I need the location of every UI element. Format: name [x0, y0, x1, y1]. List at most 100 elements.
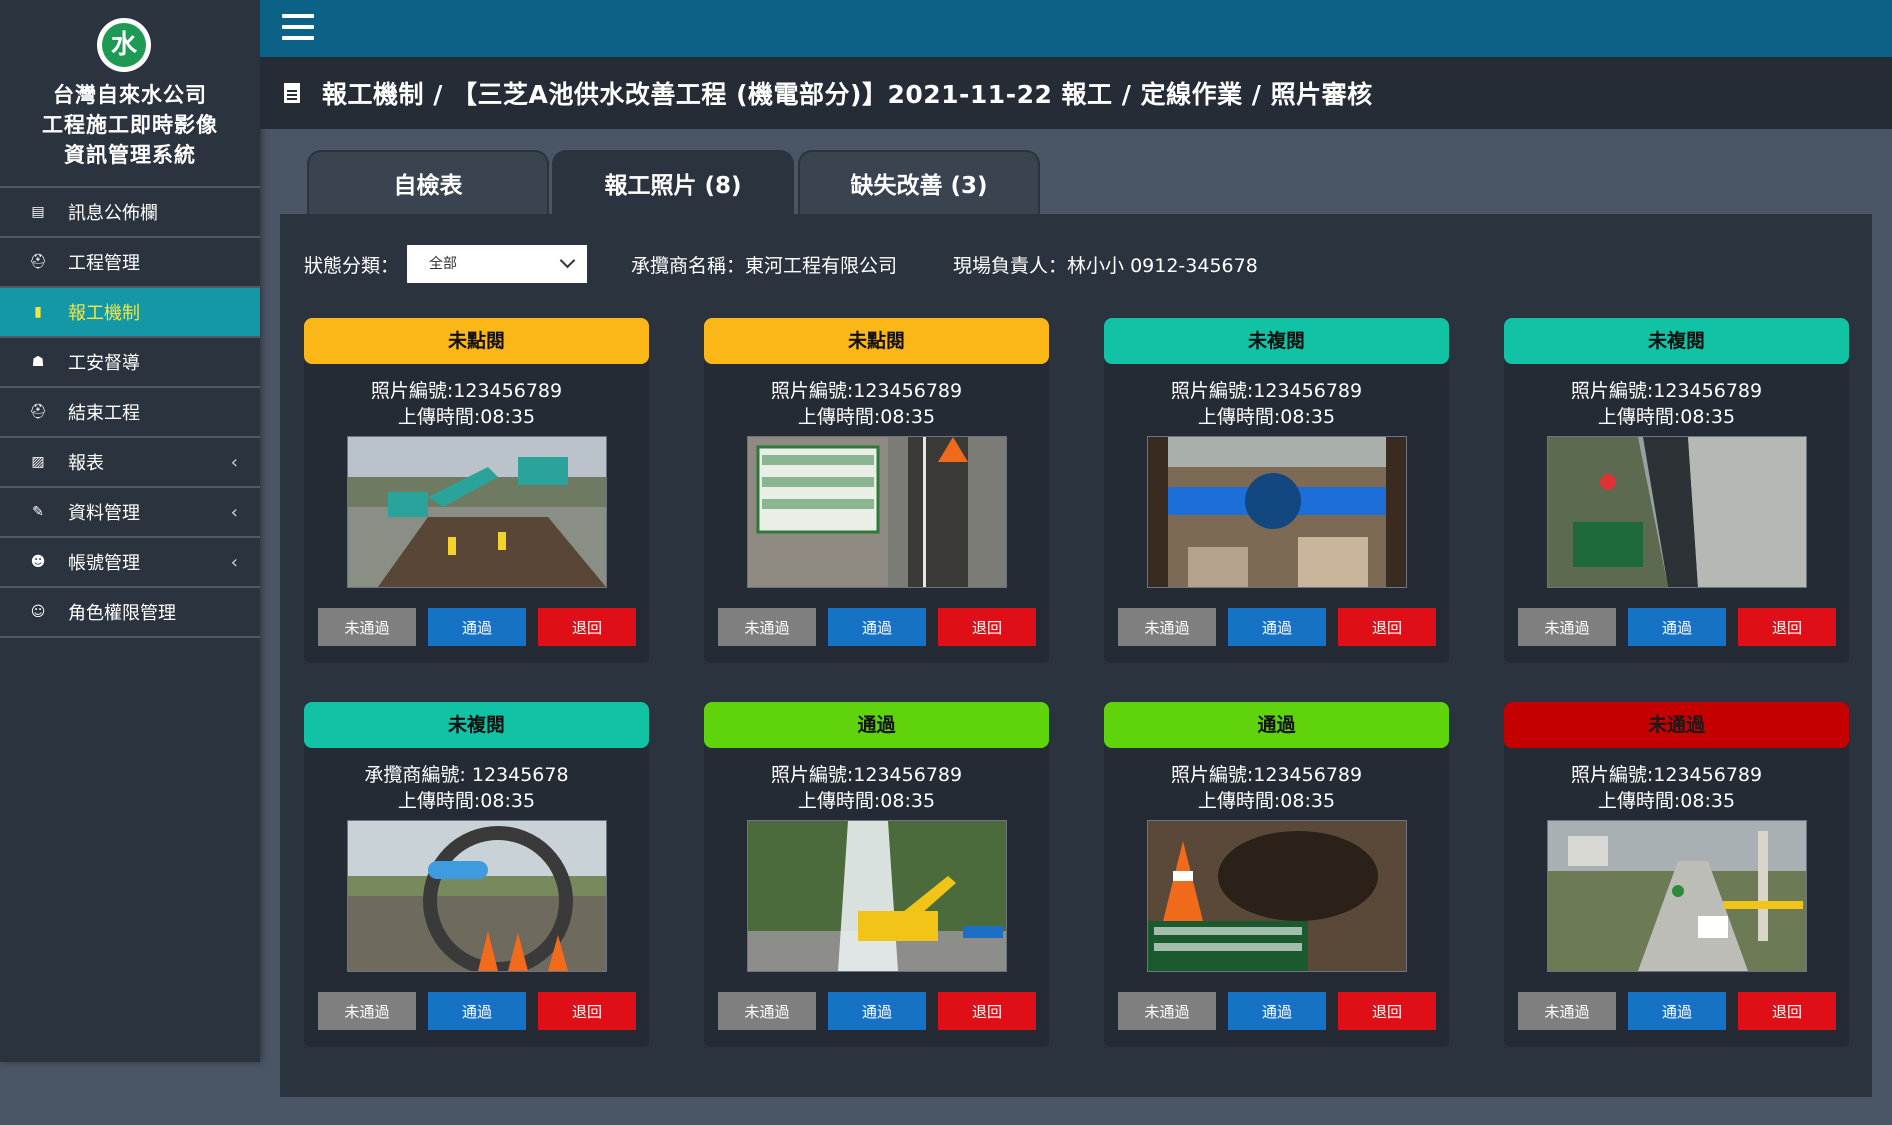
top-bar [260, 0, 1892, 57]
photo-card: 未複閱承攬商編號: 12345678 上傳時間:08:35 未通過 通過 退回 [304, 702, 649, 1047]
report-photo-road-trench[interactable] [1546, 436, 1807, 588]
upload-time: 上傳時間:08:35 [1197, 406, 1336, 428]
sidebar: 水 台灣自來水公司 工程施工即時影像 資訊管理系統 ▤ 訊息公佈欄 ⛑ 工程管理 ▮ 報工… [0, 0, 260, 1062]
review-actions: 未通過 通過 退回 [718, 608, 1036, 646]
pass-button[interactable]: 通過 [828, 992, 926, 1030]
review-actions: 未通過 通過 退回 [1518, 608, 1836, 646]
upload-time: 上傳時間:08:35 [797, 790, 936, 812]
tab-self-check[interactable]: 自檢表 [307, 150, 549, 214]
review-actions: 未通過 通過 退回 [318, 992, 636, 1030]
photo-meta: 照片編號:123456789 上傳時間:08:35 [1504, 762, 1849, 814]
upload-time: 上傳時間:08:35 [397, 406, 536, 428]
brand-line-3: 資訊管理系統 [64, 143, 196, 167]
review-actions: 未通過 通過 退回 [1118, 992, 1436, 1030]
sidebar-item-3[interactable]: ☗ 工安督導 [0, 338, 260, 388]
review-actions: 未通過 通過 退回 [1118, 608, 1436, 646]
status-filter-select[interactable]: 全部 [407, 245, 588, 283]
fail-button[interactable]: 未通過 [718, 608, 816, 646]
photo-card: 未點閱 照片編號:123456789 上傳時間:08:35 未通過 通過 退回 [704, 318, 1049, 663]
pass-button[interactable]: 通過 [1628, 608, 1726, 646]
sidebar-item-4[interactable]: ⛑ 結束工程 [0, 388, 260, 438]
return-button[interactable]: 退回 [938, 608, 1036, 646]
fail-button[interactable]: 未通過 [318, 608, 416, 646]
brand: 水 台灣自來水公司 工程施工即時影像 資訊管理系統 [0, 0, 260, 188]
sidebar-item-2[interactable]: ▮ 報工機制 [0, 288, 260, 338]
status-filter-label: 狀態分類： [304, 254, 400, 277]
return-button[interactable]: 退回 [938, 992, 1036, 1030]
upload-time: 上傳時間:08:35 [1597, 406, 1736, 428]
sidebar-item-label: 工安督導 [68, 353, 140, 374]
status-filter-value: 全部 [429, 256, 458, 272]
breadcrumb-bar: 報工機制 / 【三芝A池供水改善工程 (機電部分)】2021-11-22 報工 … [260, 57, 1892, 129]
photo-number: 照片編號:123456789 [1170, 380, 1363, 402]
return-button[interactable]: 退回 [1338, 992, 1436, 1030]
pass-button[interactable]: 通過 [428, 992, 526, 1030]
fail-button[interactable]: 未通過 [718, 992, 816, 1030]
upload-time: 上傳時間:08:35 [1197, 790, 1336, 812]
page-title: 報工機制 / 【三芝A池供水改善工程 (機電部分)】2021-11-22 報工 … [322, 80, 1373, 109]
hamburger-menu-icon[interactable] [282, 14, 314, 42]
user-gear-icon: ☻ [30, 554, 46, 570]
report-photo-water-burst[interactable] [746, 820, 1007, 972]
sidebar-item-0[interactable]: ▤ 訊息公佈欄 [0, 188, 260, 238]
fail-button[interactable]: 未通過 [1118, 992, 1216, 1030]
status-badge: 未點閱 [304, 318, 649, 364]
photo-card: 未複閱 照片編號:123456789 上傳時間:08:35 未通過 通過 退回 [1104, 318, 1449, 663]
photo-number: 照片編號:123456789 [1570, 380, 1763, 402]
status-badge: 通過 [1104, 702, 1449, 748]
chevron-left-icon[interactable]: ‹ [231, 452, 238, 473]
photo-meta: 承攬商編號: 12345678 上傳時間:08:35 [304, 762, 649, 814]
pass-button[interactable]: 通過 [428, 608, 526, 646]
logo-glyph: 水 [102, 23, 146, 67]
fail-button[interactable]: 未通過 [318, 992, 416, 1030]
photo-number: 照片編號:123456789 [370, 380, 563, 402]
return-button[interactable]: 退回 [1338, 608, 1436, 646]
sidebar-item-label: 資料管理 [68, 503, 140, 524]
upload-time: 上傳時間:08:35 [797, 406, 936, 428]
sidebar-item-1[interactable]: ⛑ 工程管理 [0, 238, 260, 288]
report-photo-roadside-work[interactable] [1546, 820, 1807, 972]
tab-report-photos[interactable]: 報工照片 (8) [552, 150, 794, 214]
pass-button[interactable]: 通過 [828, 608, 926, 646]
return-button[interactable]: 退回 [1738, 992, 1836, 1030]
report-photo-measurement-sign[interactable] [746, 436, 1007, 588]
chevron-left-icon[interactable]: ‹ [231, 502, 238, 523]
pass-button[interactable]: 通過 [1228, 608, 1326, 646]
report-photo-hole-with-sign[interactable] [1146, 820, 1407, 972]
fail-button[interactable]: 未通過 [1518, 608, 1616, 646]
fail-button[interactable]: 未通過 [1118, 608, 1216, 646]
return-button[interactable]: 退回 [538, 992, 636, 1030]
sidebar-item-label: 工程管理 [68, 253, 140, 274]
report-photo-blue-pipe-valve[interactable] [1146, 436, 1407, 588]
status-badge: 未通過 [1504, 702, 1849, 748]
fail-button[interactable]: 未通過 [1518, 992, 1616, 1030]
inspector-icon: ☗ [31, 354, 45, 370]
tab-defect-improvement[interactable]: 缺失改善 (3) [798, 150, 1040, 214]
return-button[interactable]: 退回 [1738, 608, 1836, 646]
status-badge: 未複閱 [304, 702, 649, 748]
sidebar-item-5[interactable]: ▨ 報表 ‹ [0, 438, 260, 488]
report-photo-construction-excavator[interactable] [346, 436, 607, 588]
review-actions: 未通過 通過 退回 [318, 608, 636, 646]
sidebar-item-8[interactable]: ☺ 角色權限管理 [0, 588, 260, 638]
company-logo[interactable]: 水 [97, 18, 151, 72]
photo-card: 未通過 照片編號:123456789 上傳時間:08:35 未通過 通過 退回 [1504, 702, 1849, 1047]
message-board-icon: ▤ [31, 204, 45, 220]
photo-review-panel: 狀態分類： 全部 承攬商名稱：東河工程有限公司 現場負責人：林小小 0912-3… [280, 214, 1872, 1097]
sidebar-item-7[interactable]: ☻ 帳號管理 ‹ [0, 538, 260, 588]
chevron-left-icon[interactable]: ‹ [231, 552, 238, 573]
sidebar-item-label: 角色權限管理 [68, 603, 176, 624]
site-supervisor: 現場負責人：林小小 0912-345678 [953, 254, 1258, 277]
photo-number: 照片編號:123456789 [1170, 764, 1363, 786]
photo-card: 通過 照片編號:123456789 上傳時間:08:35 未通過 通過 退回 [1104, 702, 1449, 1047]
report-photo-large-pipe[interactable] [346, 820, 607, 976]
hardhat-icon: ⛑ [29, 254, 47, 270]
sidebar-item-6[interactable]: ✎ 資料管理 ‹ [0, 488, 260, 538]
photo-meta: 照片編號:123456789 上傳時間:08:35 [1104, 378, 1449, 430]
return-button[interactable]: 退回 [538, 608, 636, 646]
sidebar-item-label: 結束工程 [68, 403, 140, 424]
contractor-name: 承攬商名稱：東河工程有限公司 [631, 254, 898, 277]
pass-button[interactable]: 通過 [1628, 992, 1726, 1030]
brand-line-1: 台灣自來水公司 [53, 83, 207, 107]
pass-button[interactable]: 通過 [1228, 992, 1326, 1030]
